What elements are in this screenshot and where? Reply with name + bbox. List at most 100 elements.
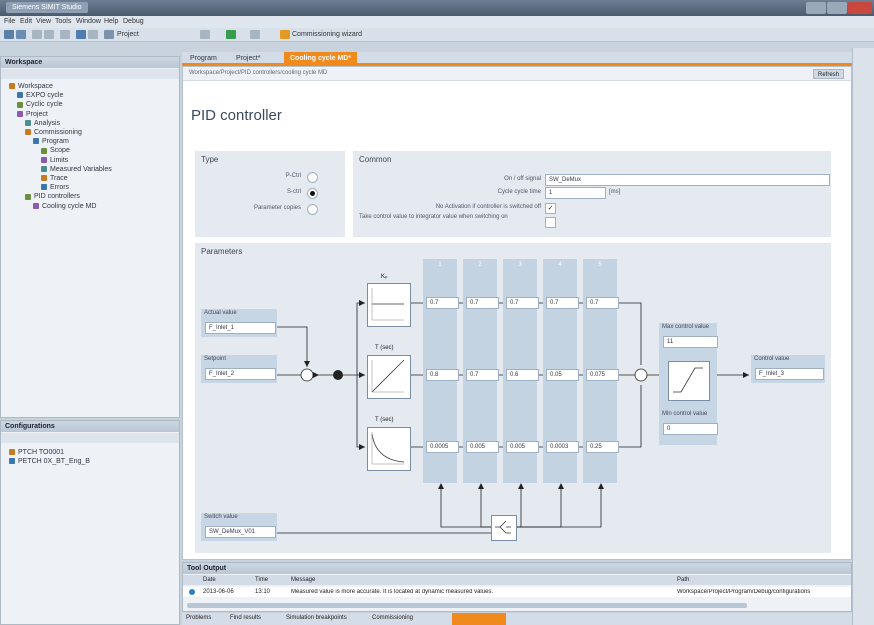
parameter-set-number: 1 <box>438 262 442 268</box>
type-radio-p[interactable] <box>307 172 318 183</box>
parameter-field[interactable]: 0.05 <box>546 369 579 381</box>
on-off-field[interactable]: SW_DeMux <box>545 174 830 186</box>
properties-sidebar[interactable] <box>852 48 874 625</box>
redo-icon[interactable] <box>44 30 54 39</box>
menu-file[interactable]: File <box>4 18 15 25</box>
parameter-field[interactable]: 0.7 <box>466 369 499 381</box>
cut-icon[interactable] <box>60 30 70 39</box>
type-section: Type P-Ctrl S-ctrl Parameter copies <box>195 151 345 237</box>
parameter-field[interactable]: 0.0003 <box>546 441 579 453</box>
actual-value-field[interactable]: F_Inlet_1 <box>205 322 276 334</box>
minimize-button[interactable] <box>806 2 826 14</box>
tab-breakpoints[interactable]: Simulation breakpoints <box>286 615 347 621</box>
tree-item[interactable]: Trace <box>41 175 68 182</box>
new-icon[interactable] <box>4 30 14 39</box>
cycle-unit: [ms] <box>609 189 621 195</box>
type-radio-s[interactable] <box>307 188 318 199</box>
cycle-time-field[interactable]: 1 <box>545 187 606 199</box>
parameter-field[interactable]: 0.7 <box>466 297 499 309</box>
tree-item[interactable]: Commissioning <box>25 129 82 136</box>
tool-output-title: Tool Output <box>183 563 851 574</box>
parameter-field[interactable]: 0.6 <box>506 369 539 381</box>
parameter-field[interactable]: 0.25 <box>586 441 619 453</box>
tree-item[interactable]: Workspace <box>9 83 53 90</box>
deactivate-checkbox[interactable]: ✓ <box>545 203 556 214</box>
refresh-button[interactable]: Refresh <box>813 69 845 79</box>
switch-value-field[interactable]: SW_DeMux_V01 <box>205 526 276 538</box>
tree-item[interactable]: Scope <box>41 147 70 154</box>
tab-program[interactable]: Program <box>184 52 223 65</box>
tree-item[interactable]: Analysis <box>25 120 60 127</box>
menu-tools[interactable]: Tools <box>55 18 71 25</box>
tab-project[interactable]: Project* <box>230 52 267 65</box>
close-button[interactable] <box>848 2 872 14</box>
tree-item[interactable]: PETCH 0X_BT_Eng_B <box>9 458 90 465</box>
col-message[interactable]: Message <box>291 577 315 583</box>
breadcrumb: Workspace/Project/PID controllers/coolin… <box>189 70 328 76</box>
tree-item[interactable]: Errors <box>41 184 69 191</box>
tree-item[interactable]: Measured Variables <box>41 166 112 173</box>
active-bottom-tab[interactable] <box>452 613 506 625</box>
menu-window[interactable]: Window <box>76 18 101 25</box>
tree-item[interactable]: Cyclic cycle <box>17 101 63 108</box>
tree-item[interactable]: Cooling cycle MD <box>33 203 96 210</box>
menu-help[interactable]: Help <box>104 18 118 25</box>
maximize-button[interactable] <box>827 2 847 14</box>
parameter-field[interactable]: 0.005 <box>506 441 539 453</box>
min-value-field[interactable]: 0 <box>663 423 718 435</box>
type-section-title: Type <box>201 155 219 164</box>
control-value-field[interactable]: F_Inlet_3 <box>755 368 824 380</box>
menu-edit[interactable]: Edit <box>20 18 32 25</box>
undo-icon[interactable] <box>32 30 42 39</box>
parameter-field[interactable]: 0.7 <box>506 297 539 309</box>
save-icon[interactable] <box>16 30 26 39</box>
menu-debug[interactable]: Debug <box>123 18 144 25</box>
parameter-field[interactable]: 0.7 <box>426 297 459 309</box>
table-row[interactable]: 2013-06-06 13:10 Measured value is more … <box>183 587 851 597</box>
tab-problems[interactable]: Problems <box>186 615 211 621</box>
takeover-checkbox[interactable] <box>545 217 556 228</box>
type-radio-copies[interactable] <box>307 204 318 215</box>
parameter-field[interactable]: 0.075 <box>586 369 619 381</box>
col-date[interactable]: Date <box>203 577 216 583</box>
run-icon[interactable] <box>226 30 236 39</box>
tool-output-panel: Tool Output Date Time Message Path 2013-… <box>182 562 852 612</box>
project-button[interactable]: Project <box>117 31 139 38</box>
type-option-label: S-ctrl <box>287 189 301 195</box>
tab-commissioning[interactable]: Commissioning <box>372 615 413 621</box>
zoom-icon[interactable] <box>200 30 210 39</box>
tree-item-label: Program <box>42 138 69 146</box>
output-scrollbar[interactable] <box>187 603 747 608</box>
commissioning-wizard-button[interactable]: Commissioning wizard <box>292 31 362 38</box>
tree-item[interactable]: Project <box>17 111 48 118</box>
tab-cooling-cycle[interactable]: Cooling cycle MD* <box>284 52 358 65</box>
kp-graph <box>367 283 411 327</box>
parameter-field[interactable]: 0.005 <box>466 441 499 453</box>
parameters-section: Parameters Actual value F_Inlet_1 Setpoi… <box>195 243 831 553</box>
tab-find-results[interactable]: Find results <box>230 615 261 621</box>
setpoint-field[interactable]: F_Inlet_2 <box>205 368 276 380</box>
parameter-field[interactable]: 0.7 <box>586 297 619 309</box>
col-time[interactable]: Time <box>255 577 268 583</box>
forward-icon[interactable] <box>88 30 98 39</box>
tree-item[interactable]: PTCH TO0001 <box>9 449 64 456</box>
menu-view[interactable]: View <box>36 18 51 25</box>
stop-icon[interactable] <box>250 30 260 39</box>
parameter-field[interactable]: 0.8 <box>426 369 459 381</box>
tree-item-label: PID controllers <box>34 193 80 201</box>
back-icon[interactable] <box>76 30 86 39</box>
project-icon[interactable] <box>104 30 114 39</box>
max-value-field[interactable]: 11 <box>663 336 718 348</box>
editor-tabs: Program Project* Cooling cycle MD* <box>182 52 852 66</box>
parameter-field[interactable]: 0.7 <box>546 297 579 309</box>
tree-item[interactable]: PID controllers <box>25 193 80 200</box>
warning-icon[interactable] <box>280 30 290 39</box>
tree-item[interactable]: EXPO cycle <box>17 92 63 99</box>
col-path[interactable]: Path <box>677 577 689 583</box>
parameter-field[interactable]: 0.0005 <box>426 441 459 453</box>
actual-value-label: Actual value <box>204 310 237 316</box>
toolbar: Project Commissioning wizard <box>0 28 874 42</box>
page-title: PID controller <box>191 107 282 124</box>
tree-item[interactable]: Program <box>33 138 69 145</box>
tree-item[interactable]: Limits <box>41 157 68 164</box>
